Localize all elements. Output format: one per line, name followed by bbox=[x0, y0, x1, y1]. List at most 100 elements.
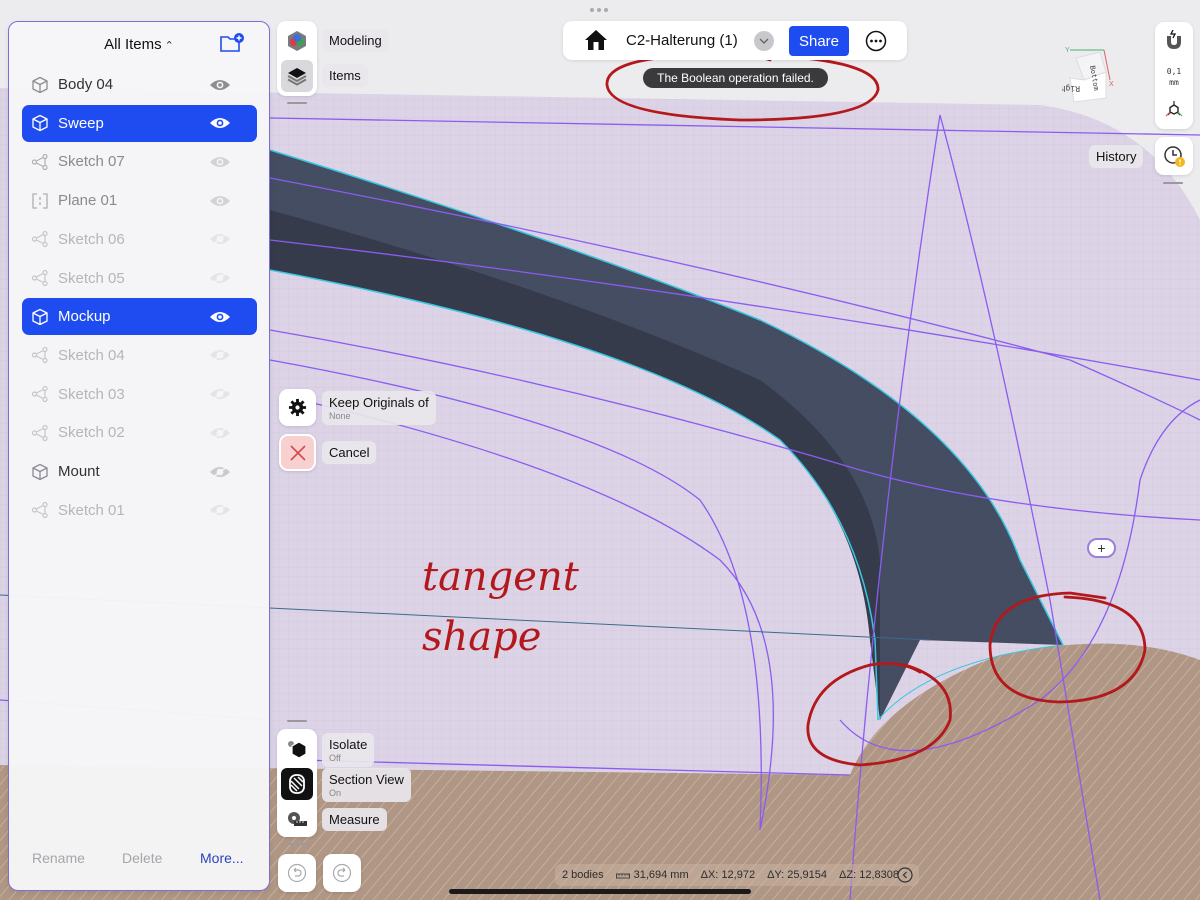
visibility-toggle[interactable] bbox=[209, 78, 231, 92]
document-title[interactable]: C2-Halterung (1) bbox=[626, 32, 738, 49]
collapse-status-icon[interactable] bbox=[897, 867, 913, 883]
add-point-button[interactable]: + bbox=[1087, 538, 1116, 558]
snap-increment[interactable]: 0,1 mm bbox=[1155, 66, 1193, 88]
coordinate-system-icon[interactable] bbox=[1165, 100, 1183, 118]
plus-icon: + bbox=[1097, 540, 1106, 556]
redo-icon bbox=[332, 863, 352, 883]
keep-originals-label[interactable]: Keep Originals of None bbox=[322, 391, 436, 425]
home-icon bbox=[585, 30, 607, 50]
eye-slash-icon[interactable] bbox=[209, 387, 231, 401]
list-item[interactable]: Sweep bbox=[22, 104, 257, 142]
eye-icon[interactable] bbox=[209, 194, 231, 208]
modeling-label[interactable]: Modeling bbox=[322, 29, 389, 52]
keep-originals-button[interactable] bbox=[279, 389, 316, 426]
eye-slash-icon[interactable] bbox=[209, 426, 231, 440]
view-tools bbox=[277, 729, 317, 837]
history-label[interactable]: History bbox=[1089, 145, 1144, 168]
list-item[interactable]: Sketch 04 bbox=[22, 337, 257, 374]
list-item[interactable]: Mount bbox=[22, 453, 257, 490]
items-panel: All Items ⌃ Body 04 Sweep Sketch 07 Plane 01… bbox=[8, 21, 270, 891]
delete-button[interactable]: Delete bbox=[122, 850, 162, 866]
visibility-toggle[interactable] bbox=[209, 116, 231, 130]
visibility-toggle[interactable] bbox=[209, 464, 231, 479]
list-item[interactable]: Plane 01 bbox=[22, 182, 257, 219]
item-type-icon bbox=[31, 308, 49, 326]
visibility-toggle[interactable] bbox=[209, 271, 231, 285]
visibility-toggle[interactable] bbox=[209, 155, 231, 169]
body-cube-icon bbox=[32, 463, 48, 480]
section-view-label[interactable]: Section View On bbox=[322, 768, 411, 802]
body-cube-icon bbox=[32, 115, 48, 132]
ellipsis-circle-icon bbox=[865, 30, 887, 52]
item-label: Sketch 04 bbox=[58, 346, 125, 364]
new-folder-button[interactable] bbox=[219, 32, 245, 54]
item-label: Mount bbox=[58, 463, 100, 480]
eye-icon[interactable] bbox=[209, 155, 231, 169]
visibility-toggle[interactable] bbox=[209, 503, 231, 517]
item-label: Sketch 05 bbox=[58, 269, 125, 287]
eye-icon[interactable] bbox=[209, 116, 231, 130]
list-item[interactable]: Sketch 05 bbox=[22, 260, 257, 297]
item-type-icon bbox=[31, 76, 49, 94]
document-bar: C2-Halterung (1) Share bbox=[563, 21, 907, 60]
isolate-label[interactable]: Isolate Off bbox=[322, 733, 375, 767]
folder-plus-icon bbox=[220, 33, 244, 52]
list-item[interactable]: Sketch 07 bbox=[22, 143, 257, 180]
eye-slash-icon[interactable] bbox=[209, 348, 231, 362]
eye-slash-icon[interactable] bbox=[209, 464, 231, 479]
section-view-title: Section View bbox=[329, 772, 404, 787]
measure-label[interactable]: Measure bbox=[322, 808, 387, 831]
undo-icon bbox=[287, 863, 307, 883]
status-bar: 2 bodies 31,694 mm ΔX: 12,972 ΔY: 25,915… bbox=[555, 864, 919, 886]
chevron-down-icon bbox=[759, 38, 769, 44]
item-type-icon bbox=[31, 114, 49, 132]
panel-footer: Rename Delete More... bbox=[9, 850, 269, 870]
isolate-value: Off bbox=[329, 753, 341, 763]
eye-icon[interactable] bbox=[209, 78, 231, 92]
item-type-icon bbox=[31, 463, 49, 481]
items-button[interactable] bbox=[281, 60, 313, 92]
list-item[interactable]: Mockup bbox=[22, 298, 257, 336]
tape-measure-icon bbox=[288, 812, 307, 826]
visibility-toggle[interactable] bbox=[209, 232, 231, 246]
rename-button[interactable]: Rename bbox=[32, 850, 85, 866]
visibility-toggle[interactable] bbox=[209, 310, 231, 324]
visibility-toggle[interactable] bbox=[209, 426, 231, 440]
list-item[interactable]: Sketch 06 bbox=[22, 221, 257, 258]
home-indicator[interactable] bbox=[449, 889, 751, 894]
visibility-toggle[interactable] bbox=[209, 387, 231, 401]
view-cube[interactable]: Y X Bottom Right bbox=[1062, 42, 1124, 108]
sketch-icon bbox=[31, 385, 48, 403]
more-options-button[interactable] bbox=[865, 30, 887, 52]
history-button[interactable] bbox=[1155, 137, 1193, 175]
magnet-icon[interactable] bbox=[1165, 30, 1183, 50]
modeling-button[interactable] bbox=[281, 25, 313, 57]
window-grabber[interactable] bbox=[590, 8, 608, 12]
document-menu-button[interactable] bbox=[754, 31, 774, 51]
isolate-button[interactable] bbox=[281, 733, 313, 765]
cancel-button[interactable] bbox=[279, 434, 316, 471]
divider bbox=[287, 102, 307, 104]
home-button[interactable] bbox=[584, 29, 608, 51]
list-item[interactable]: Body 04 bbox=[22, 66, 257, 103]
section-view-button[interactable] bbox=[281, 768, 313, 800]
items-label[interactable]: Items bbox=[322, 64, 368, 87]
list-item[interactable]: Sketch 02 bbox=[22, 414, 257, 451]
eye-slash-icon[interactable] bbox=[209, 232, 231, 246]
eye-slash-icon[interactable] bbox=[209, 503, 231, 517]
visibility-toggle[interactable] bbox=[209, 194, 231, 208]
list-item[interactable]: Sketch 03 bbox=[22, 376, 257, 413]
more-button[interactable]: More... bbox=[200, 850, 244, 866]
eye-icon[interactable] bbox=[209, 310, 231, 324]
cancel-label[interactable]: Cancel bbox=[322, 441, 377, 464]
item-type-icon bbox=[31, 269, 49, 287]
undo-button[interactable] bbox=[278, 854, 316, 892]
list-item[interactable]: Sketch 01 bbox=[22, 492, 257, 529]
eye-slash-icon[interactable] bbox=[209, 271, 231, 285]
sketch-icon bbox=[31, 347, 48, 364]
item-label: Mockup bbox=[58, 308, 111, 326]
measure-button[interactable] bbox=[281, 803, 313, 835]
share-button[interactable]: Share bbox=[789, 26, 849, 56]
visibility-toggle[interactable] bbox=[209, 348, 231, 362]
redo-button[interactable] bbox=[323, 854, 361, 892]
